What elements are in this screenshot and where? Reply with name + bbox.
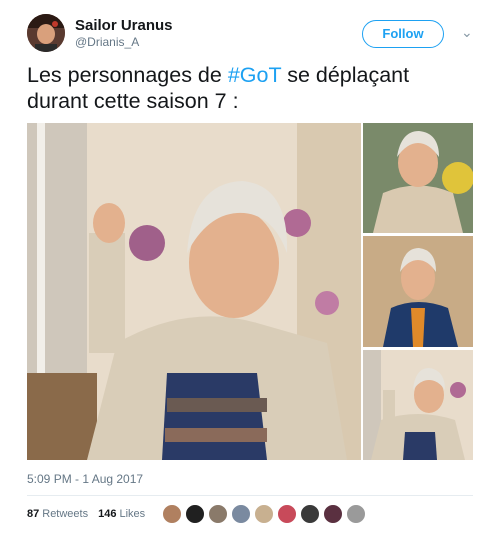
retweets-stat[interactable]: 87 Retweets — [27, 506, 88, 522]
avatar[interactable] — [27, 14, 65, 52]
media-grid — [27, 123, 473, 460]
tweet-header: Sailor Uranus @Drianis_A Follow ⌄ — [27, 14, 477, 54]
likes-stat[interactable]: 146 Likes — [98, 506, 145, 522]
retweets-count: 87 — [27, 508, 40, 520]
liker-avatar[interactable] — [162, 504, 182, 524]
liker-avatar[interactable] — [254, 504, 274, 524]
photo-main[interactable] — [27, 123, 361, 460]
liker-avatar[interactable] — [277, 504, 297, 524]
follow-button[interactable]: Follow — [362, 20, 444, 48]
photo-bottom-right[interactable] — [363, 350, 473, 460]
liker-avatar[interactable] — [185, 504, 205, 524]
liker-avatar[interactable] — [231, 504, 251, 524]
tweet-text: Les personnages de #GoT se déplaçant dur… — [27, 62, 467, 114]
photo-middle-right[interactable] — [363, 236, 473, 347]
liker-avatar[interactable] — [346, 504, 366, 524]
tweet-text-start: Les personnages de — [27, 63, 228, 87]
tweet-timestamp[interactable]: 5:09 PM - 1 Aug 2017 — [27, 472, 143, 486]
hashtag-link[interactable]: #GoT — [228, 63, 281, 87]
display-name[interactable]: Sailor Uranus — [75, 17, 173, 34]
photo-top-right[interactable] — [363, 123, 473, 233]
liker-avatar[interactable] — [323, 504, 343, 524]
tweet-stats: 87 Retweets 146 Likes — [27, 506, 155, 522]
likes-label: Likes — [119, 508, 146, 520]
liker-avatar[interactable] — [208, 504, 228, 524]
liker-avatar[interactable] — [300, 504, 320, 524]
chevron-down-icon[interactable]: ⌄ — [461, 24, 473, 41]
likes-count: 146 — [98, 508, 117, 520]
retweets-label: Retweets — [42, 508, 89, 520]
divider — [27, 495, 473, 496]
user-handle[interactable]: @Drianis_A — [75, 35, 139, 49]
